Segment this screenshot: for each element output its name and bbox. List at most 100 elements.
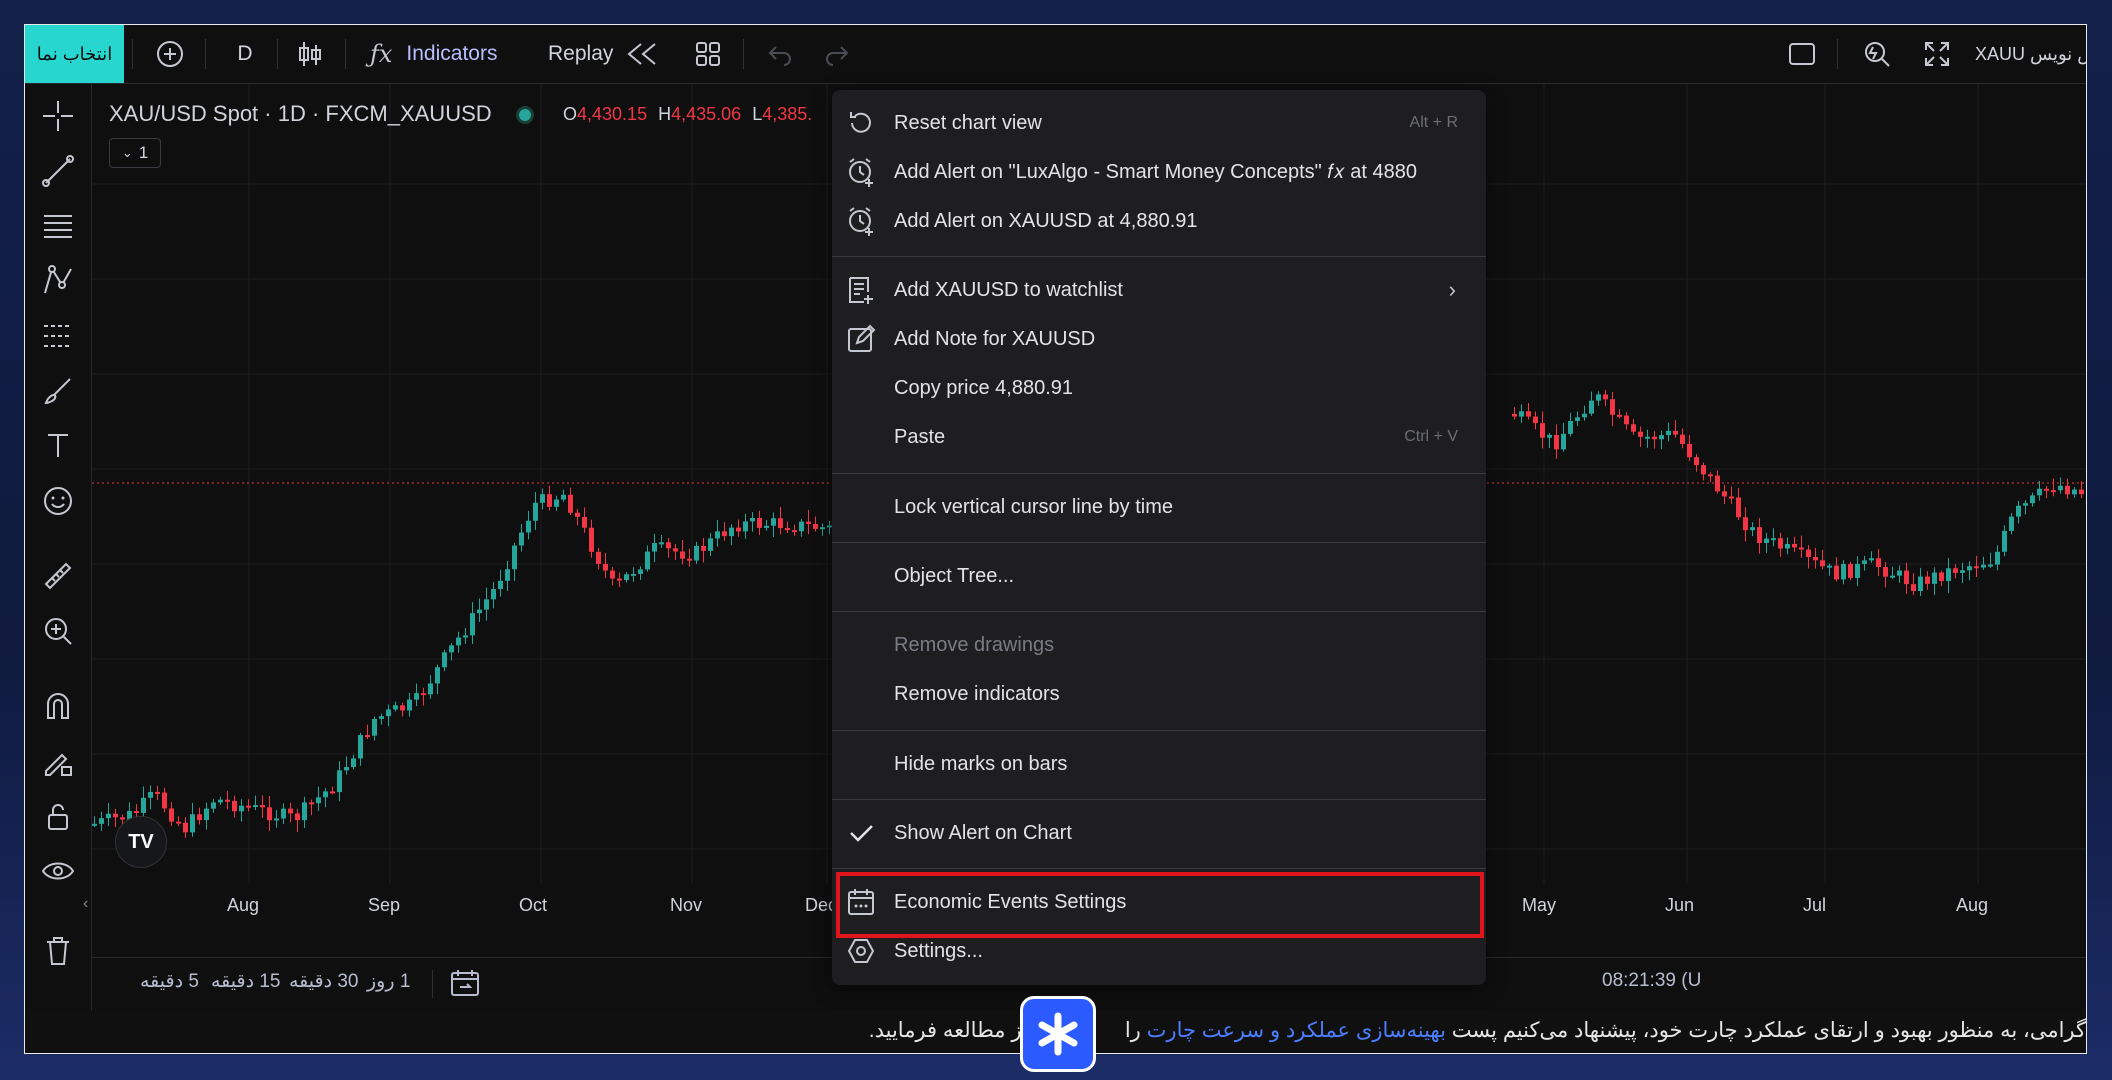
candle-body [190,814,195,833]
candle-body [1743,517,1748,531]
candle-body [1554,434,1559,450]
undo-icon[interactable] [760,25,800,83]
trend-line-icon[interactable] [33,149,83,193]
menu-item-label: Paste [894,425,946,448]
menu-item-show-alert[interactable]: Show Alert on Chart [832,810,1486,856]
timeframe-1d-button[interactable]: 1 روز [367,970,410,993]
candle-body [1757,527,1762,543]
emoji-icon[interactable] [33,479,83,523]
menu-item-paste[interactable]: Paste Ctrl + V [832,414,1486,460]
screenshot-frame-icon[interactable] [1780,25,1824,83]
replay-button[interactable]: Replay [548,25,668,83]
fib-retracement-icon[interactable] [33,204,83,248]
candle-body [575,512,580,517]
text-tool-icon[interactable] [33,424,83,468]
menu-item-add-alert-symbol[interactable]: Add Alert on XAUUSD at 4,880.91 [832,198,1486,244]
collapse-panel-icon[interactable]: ‹ [83,895,88,913]
lock-icon[interactable] [33,794,83,838]
menu-item-remove-indicators[interactable]: Remove indicators [832,671,1486,717]
menu-item-reset-chart[interactable]: Reset chart view Alt + R [832,100,1486,146]
candle-body [1512,414,1517,417]
candle-body [596,551,601,564]
redo-icon[interactable] [817,25,857,83]
candle-body [232,800,237,812]
candle-body [2016,505,2021,517]
rewind-icon [627,43,657,65]
zoom-in-icon[interactable] [33,609,83,653]
forecast-icon[interactable] [33,314,83,358]
crosshair-icon[interactable] [33,94,83,138]
candle-body [99,818,104,824]
candles-icon[interactable] [290,25,330,83]
menu-item-label: Settings... [894,939,983,962]
timeframe-5m-button[interactable]: 5 دقیقه [140,970,199,993]
tradingview-logo[interactable]: TV [115,816,167,868]
market-status-dot [515,106,534,125]
candle-body [344,767,349,771]
support-chat-icon[interactable] [1020,996,1096,1072]
candle-body [113,813,118,818]
legend-collapse-button[interactable]: ⌄ 1 [109,138,161,168]
candle-body [610,570,615,579]
timeframe-15m-button[interactable]: 15 دقیقه [211,970,281,993]
time-axis-label: Sep [368,895,401,915]
candle-body [1624,415,1629,425]
candle-body [1631,424,1636,432]
layout-name[interactable]: XAUU پیش نویس [1975,25,2086,83]
add-symbol-icon[interactable] [145,25,195,83]
eye-icon[interactable] [33,849,83,893]
ruler-icon[interactable] [33,554,83,598]
candle-body [729,527,734,537]
timeframe-30m-button[interactable]: 30 دقیقه [289,970,359,993]
watchlist-add-icon [844,273,878,307]
menu-item-add-note[interactable]: Add Note for XAUUSD [832,316,1486,362]
interval-button[interactable]: D [225,25,265,83]
candle-body [750,517,755,522]
candle-body [225,799,230,802]
quick-search-icon[interactable] [1855,25,1899,83]
notice-link[interactable]: بهینه‌سازی عملکرد و سرعت چارت [1147,1019,1446,1042]
menu-item-add-watchlist[interactable]: Add XAUUSD to watchlist › [832,267,1486,313]
clock-timezone[interactable]: 08:21:39 (U [1602,970,1701,992]
candle-body [1708,474,1713,477]
pattern-icon[interactable] [33,259,83,303]
brush-icon[interactable] [33,369,83,413]
candle-body [1519,411,1524,417]
candle-body [1659,435,1664,440]
select-symbol-button[interactable]: انتخاب نما [25,25,124,83]
menu-item-hide-marks[interactable]: Hide marks on bars [832,741,1486,787]
candle-body [379,716,384,719]
candle-body [1617,414,1622,417]
symbol-legend[interactable]: XAU/USD Spot · 1D · FXCM_XAUUSD [109,101,534,127]
menu-item-copy-price[interactable]: Copy price 4,880.91 [832,365,1486,411]
time-axis-label: Aug [1956,895,1989,915]
candle-body [2009,516,2014,531]
goto-date-icon[interactable] [450,968,482,1003]
candle-body [1967,566,1972,571]
candle-body [582,516,587,528]
candle-body [1918,576,1923,591]
candle-body [1764,538,1769,543]
menu-item-object-tree[interactable]: Object Tree... [832,553,1486,599]
candle-body [2030,495,2035,504]
layout-grid-icon[interactable] [688,25,728,83]
candle-body [1533,416,1538,424]
replay-label: Replay [548,42,614,65]
trash-icon[interactable] [33,929,83,973]
menu-item-add-alert-indicator[interactable]: Add Alert on "LuxAlgo - Smart Money Conc… [832,149,1486,195]
menu-item-label: Remove drawings [894,633,1055,656]
menu-item-lock-cursor[interactable]: Lock vertical cursor line by time [832,484,1486,530]
candle-body [1638,431,1643,437]
candle-body [617,578,622,581]
candle-body [239,805,244,812]
candle-body [771,518,776,526]
fullscreen-icon[interactable] [1915,25,1959,83]
magnet-icon[interactable] [33,684,83,728]
candle-body [365,735,370,738]
stay-drawing-icon[interactable] [33,739,83,783]
candle-body [351,758,356,768]
indicators-button[interactable]: ƒx Indicators [370,25,535,83]
time-axis-label: Nov [670,895,703,915]
candle-body [211,802,216,809]
candle-body [568,494,573,513]
